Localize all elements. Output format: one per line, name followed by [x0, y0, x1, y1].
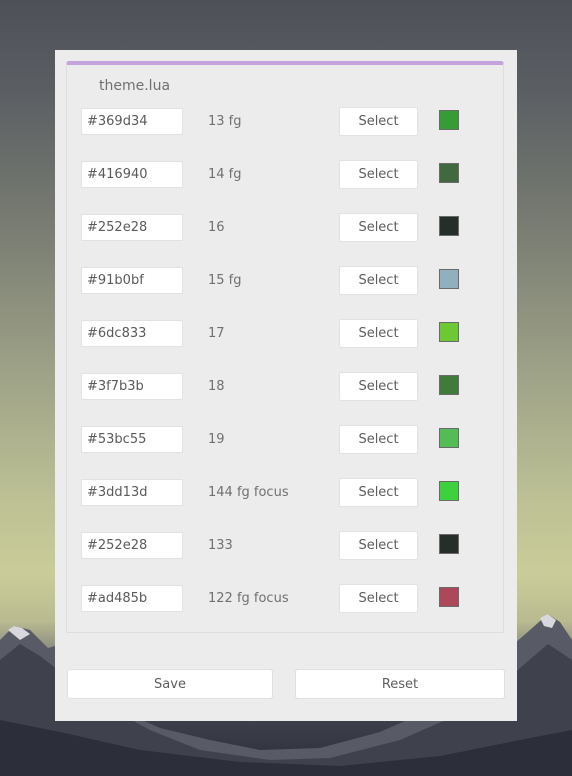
- select-button[interactable]: Select: [339, 319, 418, 348]
- color-label: 133: [208, 538, 233, 553]
- hex-input[interactable]: [81, 426, 183, 453]
- color-row: 122 fg focus Select: [67, 584, 505, 613]
- color-swatch: [439, 216, 459, 236]
- color-list-frame: theme.lua 13 fg Select 14 fg Select 16 S…: [66, 61, 504, 633]
- color-label: 122 fg focus: [208, 591, 289, 606]
- hex-input[interactable]: [81, 108, 183, 135]
- select-button[interactable]: Select: [339, 160, 418, 189]
- color-label: 19: [208, 432, 225, 447]
- hex-input[interactable]: [81, 373, 183, 400]
- hex-input[interactable]: [81, 320, 183, 347]
- color-label: 144 fg focus: [208, 485, 289, 500]
- color-swatch: [439, 481, 459, 501]
- color-label: 13 fg: [208, 114, 242, 129]
- select-button[interactable]: Select: [339, 213, 418, 242]
- frame-title: theme.lua: [99, 78, 171, 94]
- hex-input[interactable]: [81, 479, 183, 506]
- color-row: 15 fg Select: [67, 266, 505, 295]
- save-button[interactable]: Save: [67, 669, 273, 699]
- color-row: 133 Select: [67, 531, 505, 560]
- hex-input[interactable]: [81, 585, 183, 612]
- theme-editor-dialog: theme.lua 13 fg Select 14 fg Select 16 S…: [55, 50, 517, 721]
- select-button[interactable]: Select: [339, 584, 418, 613]
- color-label: 15 fg: [208, 273, 242, 288]
- color-row: 17 Select: [67, 319, 505, 348]
- color-label: 16: [208, 220, 225, 235]
- color-label: 18: [208, 379, 225, 394]
- color-row: 14 fg Select: [67, 160, 505, 189]
- hex-input[interactable]: [81, 161, 183, 188]
- color-label: 14 fg: [208, 167, 242, 182]
- color-row: 18 Select: [67, 372, 505, 401]
- color-swatch: [439, 269, 459, 289]
- select-button[interactable]: Select: [339, 266, 418, 295]
- color-swatch: [439, 587, 459, 607]
- color-swatch: [439, 375, 459, 395]
- color-row: 16 Select: [67, 213, 505, 242]
- color-swatch: [439, 163, 459, 183]
- hex-input[interactable]: [81, 214, 183, 241]
- color-row: 19 Select: [67, 425, 505, 454]
- hex-input[interactable]: [81, 267, 183, 294]
- select-button[interactable]: Select: [339, 425, 418, 454]
- color-swatch: [439, 110, 459, 130]
- hex-input[interactable]: [81, 532, 183, 559]
- select-button[interactable]: Select: [339, 478, 418, 507]
- color-swatch: [439, 322, 459, 342]
- color-swatch: [439, 428, 459, 448]
- color-label: 17: [208, 326, 225, 341]
- reset-button[interactable]: Reset: [295, 669, 505, 699]
- select-button[interactable]: Select: [339, 372, 418, 401]
- color-swatch: [439, 534, 459, 554]
- color-row: 13 fg Select: [67, 107, 505, 136]
- select-button[interactable]: Select: [339, 107, 418, 136]
- color-row: 144 fg focus Select: [67, 478, 505, 507]
- select-button[interactable]: Select: [339, 531, 418, 560]
